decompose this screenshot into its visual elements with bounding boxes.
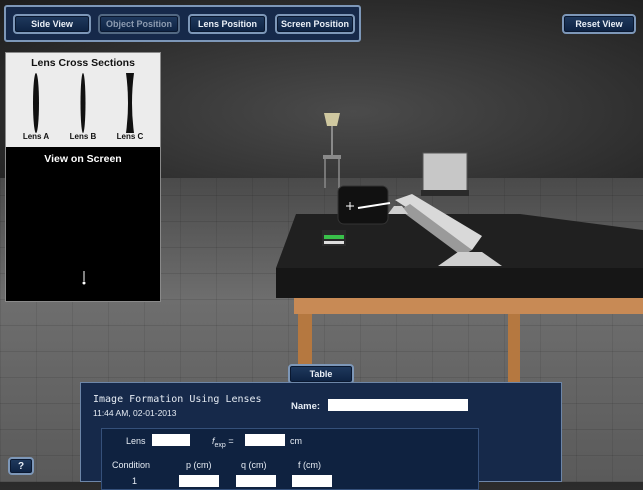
lens-cross-sections: Lens Cross Sections Lens A Lens B Lens C xyxy=(6,53,160,147)
lens-c-shape xyxy=(126,73,134,133)
worksheet-form: Lens fexp = cm Condition p (cm) q (cm) f… xyxy=(101,428,479,490)
column-f: f (cm) xyxy=(298,460,321,470)
row-1-p-input[interactable] xyxy=(179,475,219,487)
help-button[interactable]: ? xyxy=(8,457,34,475)
lens-b-label: Lens B xyxy=(69,132,97,141)
row-1-condition: 1 xyxy=(132,476,138,486)
fexp-sub: exp xyxy=(214,441,226,449)
name-label: Name: xyxy=(291,401,321,412)
row-1-q-input[interactable] xyxy=(236,475,276,487)
column-q: q (cm) xyxy=(241,460,267,470)
worksheet-timestamp: 11:44 AM, 02-01-2013 xyxy=(93,408,177,418)
lens-position-button[interactable]: Lens Position xyxy=(188,14,267,34)
lens-a-label: Lens A xyxy=(22,132,50,141)
fexp-unit: cm xyxy=(290,436,302,446)
lens-field-label: Lens xyxy=(126,436,146,446)
lens-input[interactable] xyxy=(152,434,190,446)
lamp xyxy=(323,113,341,188)
fexp-label: fexp = xyxy=(212,436,234,449)
lens-info-panel: Lens Cross Sections Lens A Lens B Lens C… xyxy=(5,52,161,302)
data-table-panel: Image Formation Using Lenses 11:44 AM, 0… xyxy=(80,382,562,490)
reset-view-button[interactable]: Reset View xyxy=(562,14,636,34)
table-tab-button[interactable]: Table xyxy=(288,364,354,384)
fexp-eq: = xyxy=(225,436,234,446)
screen-image xyxy=(82,271,86,285)
worksheet-title: Image Formation Using Lenses xyxy=(93,394,262,405)
row-1-f-input[interactable] xyxy=(292,475,332,487)
lens-c-label: Lens C xyxy=(116,132,144,141)
screen-position-button[interactable]: Screen Position xyxy=(275,14,355,34)
object-position-button[interactable]: Object Position xyxy=(98,14,180,34)
column-p: p (cm) xyxy=(186,460,212,470)
projection-screen xyxy=(422,152,468,192)
lens-b-shape xyxy=(80,73,86,133)
name-input[interactable] xyxy=(328,399,468,411)
side-view-button[interactable]: Side View xyxy=(13,14,91,34)
lens-a-shape xyxy=(33,73,39,133)
column-condition: Condition xyxy=(112,460,151,470)
fexp-input[interactable] xyxy=(245,434,285,446)
